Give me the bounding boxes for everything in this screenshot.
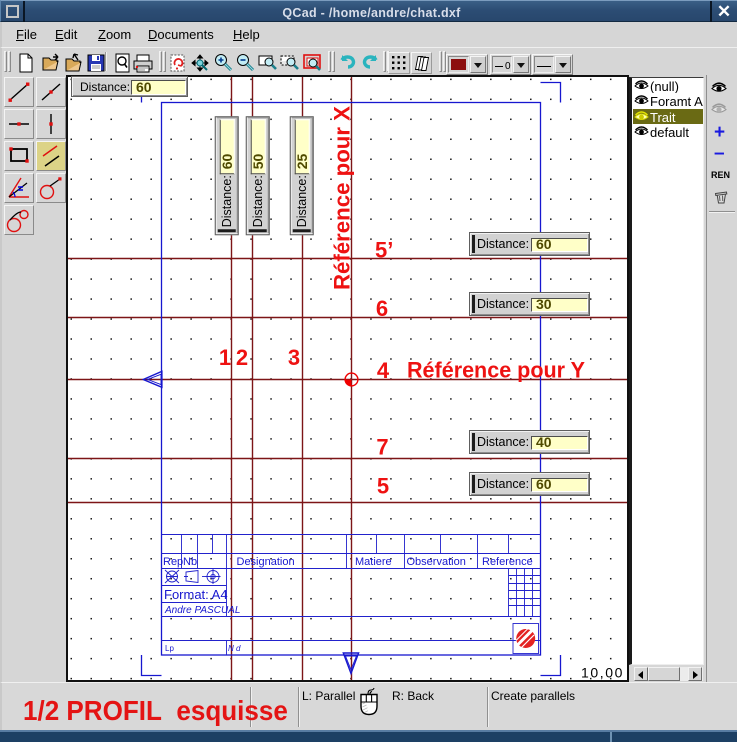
svg-text:Référence pour X: Référence pour X [330, 106, 355, 290]
svg-text:5’: 5’ [375, 238, 393, 263]
svg-text:Format: A4: Format: A4 [164, 587, 228, 602]
svg-text:Rep: Rep [163, 556, 183, 568]
svg-text:7: 7 [376, 434, 388, 459]
svg-text:Designation: Designation [237, 556, 295, 568]
svg-text:Référence pour Y: Référence pour Y [407, 358, 585, 383]
svg-text:Observation: Observation [407, 556, 466, 568]
svg-text:Lp: Lp [165, 644, 174, 653]
svg-text:3: 3 [288, 345, 300, 370]
svg-text:Nb: Nb [183, 556, 197, 568]
svg-text:10,00: 10,00 [581, 665, 624, 681]
svg-text:5: 5 [377, 474, 389, 499]
svg-text:2: 2 [236, 345, 248, 370]
svg-text:Matiere: Matiere [355, 556, 392, 568]
svg-text:N d: N d [228, 644, 241, 653]
svg-text:1: 1 [219, 345, 231, 370]
svg-text:6: 6 [376, 296, 388, 321]
svg-text:Andre PASCUAL: Andre PASCUAL [164, 605, 240, 616]
svg-text:4: 4 [377, 358, 390, 383]
svg-text:Reference: Reference [482, 556, 533, 568]
